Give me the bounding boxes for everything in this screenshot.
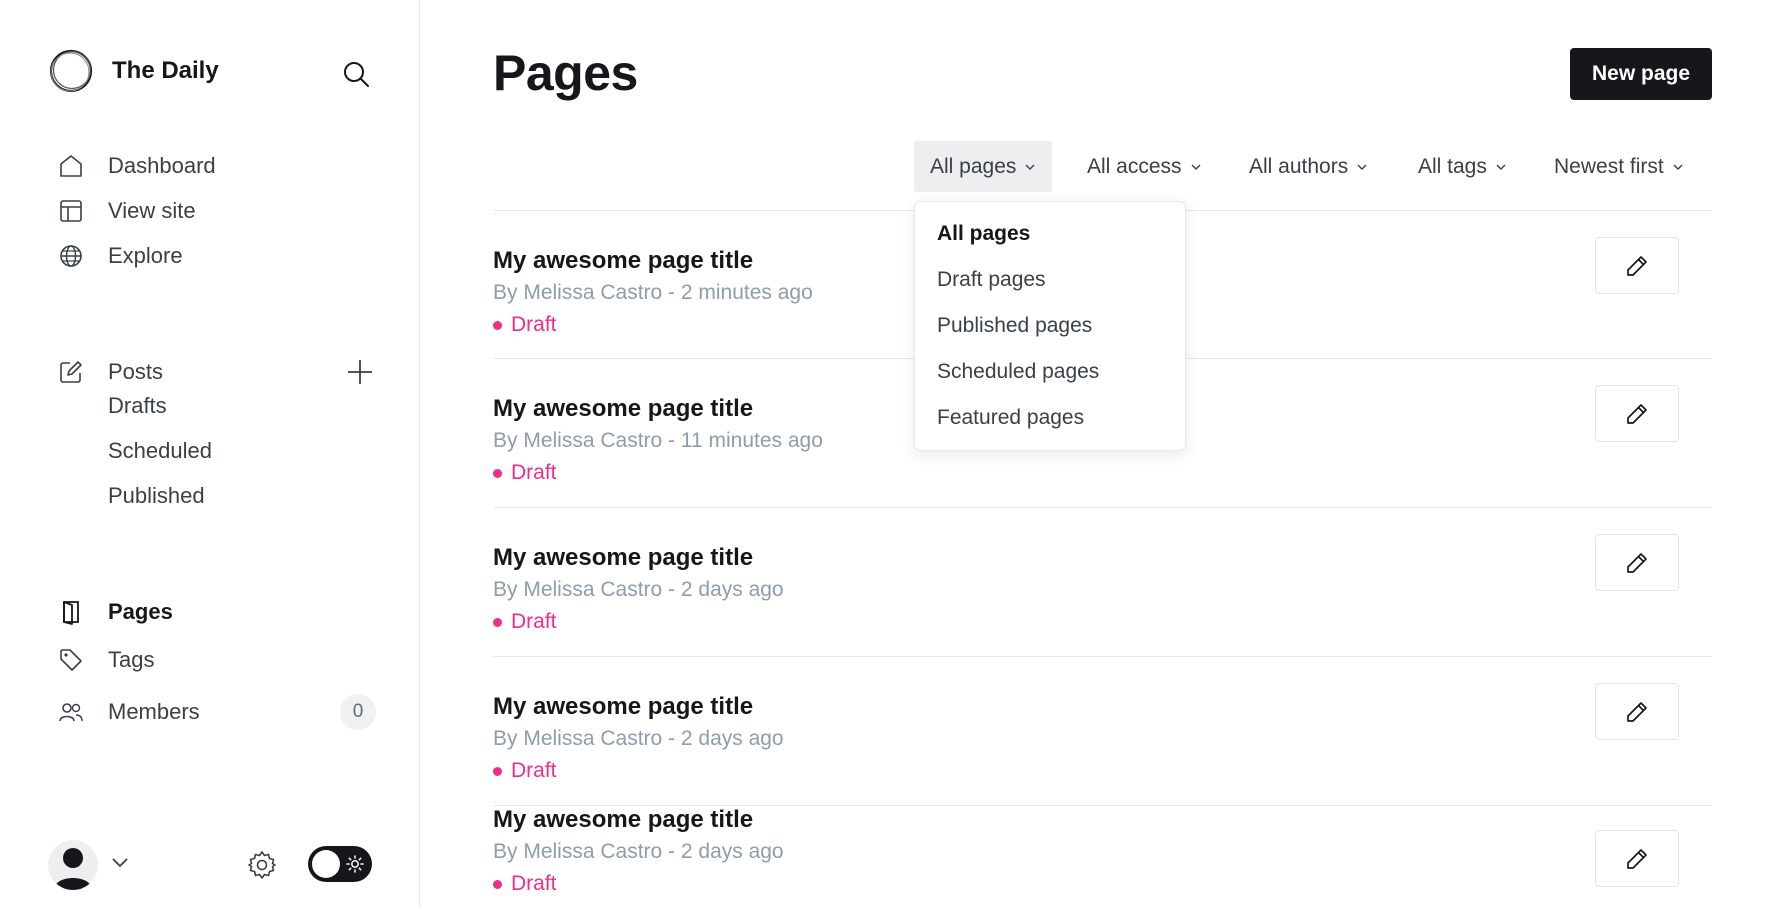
page-row-meta: By Melissa Castro - 2 days ago bbox=[493, 840, 784, 863]
pencil-icon bbox=[1627, 848, 1647, 869]
filter-sort-label: Newest first bbox=[1554, 154, 1664, 178]
nav-explore[interactable]: Explore bbox=[56, 239, 183, 273]
nav-pages-label: Pages bbox=[108, 599, 173, 624]
dropdown-option-all-pages[interactable]: All pages bbox=[937, 222, 1030, 246]
page-row-title: My awesome page title bbox=[493, 395, 754, 422]
dropdown-option-draft-pages[interactable]: Draft pages bbox=[937, 268, 1046, 292]
chevron-down-icon bbox=[1025, 164, 1035, 170]
layout-icon bbox=[56, 196, 86, 226]
filter-tags-label: All tags bbox=[1418, 154, 1487, 178]
page-row-title: My awesome page title bbox=[493, 247, 754, 274]
filter-access[interactable]: All access bbox=[1087, 141, 1202, 192]
nav-dashboard[interactable]: Dashboard bbox=[56, 149, 216, 183]
filter-tags[interactable]: All tags bbox=[1418, 141, 1507, 192]
filter-type-dropdown: All pages Draft pages Published pages Sc… bbox=[914, 201, 1186, 451]
chevron-down-icon bbox=[1357, 164, 1367, 170]
page-title: Pages bbox=[493, 45, 638, 101]
avatar[interactable] bbox=[48, 840, 98, 890]
nav-view-site-label: View site bbox=[108, 198, 196, 223]
add-post-button[interactable] bbox=[342, 354, 378, 390]
status-badge: Draft bbox=[493, 313, 557, 337]
chevron-down-icon bbox=[1191, 164, 1201, 170]
members-count-badge: 0 bbox=[340, 694, 376, 730]
filter-authors[interactable]: All authors bbox=[1249, 141, 1368, 192]
page-row-title: My awesome page title bbox=[493, 806, 754, 833]
nav-members[interactable]: Members bbox=[56, 695, 200, 729]
plus-icon bbox=[348, 360, 372, 384]
status-dot bbox=[493, 617, 502, 627]
status-label: Draft bbox=[511, 872, 557, 895]
new-page-button[interactable]: New page bbox=[1570, 48, 1712, 100]
page-icon bbox=[56, 597, 86, 627]
page-row-meta: By Melissa Castro - 2 days ago bbox=[493, 727, 784, 750]
nav-published[interactable]: Published bbox=[108, 483, 205, 509]
filter-type[interactable]: All pages bbox=[914, 141, 1053, 192]
status-dot bbox=[493, 879, 502, 889]
status-badge: Draft bbox=[493, 610, 557, 634]
edit-page-button[interactable] bbox=[1595, 830, 1679, 887]
status-dot bbox=[493, 468, 502, 478]
tag-icon bbox=[56, 645, 86, 675]
pencil-icon bbox=[1627, 552, 1647, 573]
status-label: Draft bbox=[511, 461, 557, 484]
status-badge: Draft bbox=[493, 461, 557, 485]
chevron-down-icon bbox=[1496, 164, 1506, 170]
pencil-icon bbox=[1627, 701, 1647, 722]
globe-icon bbox=[56, 241, 86, 271]
nav-scheduled[interactable]: Scheduled bbox=[108, 438, 212, 464]
gear-icon bbox=[248, 851, 276, 879]
sidebar: The Daily Dashboard View site Explore Po… bbox=[0, 0, 420, 908]
search-button[interactable] bbox=[336, 54, 376, 94]
page-row-meta: By Melissa Castro - 11 minutes ago bbox=[493, 429, 823, 452]
pencil-icon bbox=[1627, 403, 1647, 424]
edit-page-button[interactable] bbox=[1595, 683, 1679, 740]
pencil-icon bbox=[1627, 255, 1647, 276]
page-row[interactable]: My awesome page title By Melissa Castro … bbox=[493, 760, 1712, 908]
status-badge: Draft bbox=[493, 872, 557, 896]
page-row-meta: By Melissa Castro - 2 minutes ago bbox=[493, 281, 813, 304]
filter-authors-label: All authors bbox=[1249, 154, 1349, 178]
status-label: Draft bbox=[511, 313, 557, 336]
page-row-title: My awesome page title bbox=[493, 693, 754, 720]
page-row-meta: By Melissa Castro - 2 days ago bbox=[493, 578, 784, 601]
user-silhouette-icon bbox=[54, 848, 92, 890]
nav-posts[interactable]: Posts bbox=[56, 355, 163, 389]
dropdown-option-featured-pages[interactable]: Featured pages bbox=[937, 406, 1084, 430]
nav-posts-label: Posts bbox=[108, 359, 164, 384]
brand-name: The Daily bbox=[112, 57, 219, 84]
home-icon bbox=[56, 151, 86, 181]
dropdown-option-published-pages[interactable]: Published pages bbox=[937, 314, 1092, 338]
page-row-inner: My awesome page title By Melissa Castro … bbox=[493, 806, 1712, 908]
settings-button[interactable] bbox=[244, 847, 280, 883]
members-icon bbox=[56, 697, 86, 727]
brand[interactable]: The Daily bbox=[48, 48, 219, 94]
search-icon bbox=[344, 62, 369, 87]
edit-page-button[interactable] bbox=[1595, 237, 1679, 294]
chevron-down-icon[interactable] bbox=[110, 856, 130, 875]
page-row[interactable]: My awesome page title By Melissa Castro … bbox=[493, 508, 1712, 656]
edit-icon bbox=[56, 357, 86, 387]
filter-sort[interactable]: Newest first bbox=[1554, 141, 1684, 192]
nav-drafts[interactable]: Drafts bbox=[108, 393, 167, 419]
filter-access-label: All access bbox=[1087, 154, 1182, 178]
nav-pages[interactable]: Pages bbox=[56, 595, 173, 629]
nav-explore-label: Explore bbox=[108, 243, 183, 268]
nav-tags-label: Tags bbox=[108, 647, 155, 672]
status-dot bbox=[493, 320, 502, 330]
chevron-down-icon bbox=[1673, 164, 1683, 170]
nav-dashboard-label: Dashboard bbox=[108, 153, 216, 178]
nav-members-label: Members bbox=[108, 699, 200, 724]
edit-page-button[interactable] bbox=[1595, 385, 1679, 442]
logo-ring-icon bbox=[49, 49, 93, 93]
sun-icon bbox=[346, 855, 364, 873]
nav-view-site[interactable]: View site bbox=[56, 194, 196, 228]
toggle-knob bbox=[312, 850, 340, 878]
status-label: Draft bbox=[511, 610, 557, 633]
nav-tags[interactable]: Tags bbox=[56, 643, 154, 677]
edit-page-button[interactable] bbox=[1595, 534, 1679, 591]
theme-toggle[interactable] bbox=[308, 846, 372, 882]
filter-type-label: All pages bbox=[930, 154, 1017, 178]
page-row-title: My awesome page title bbox=[493, 544, 754, 571]
dropdown-option-scheduled-pages[interactable]: Scheduled pages bbox=[937, 360, 1099, 384]
